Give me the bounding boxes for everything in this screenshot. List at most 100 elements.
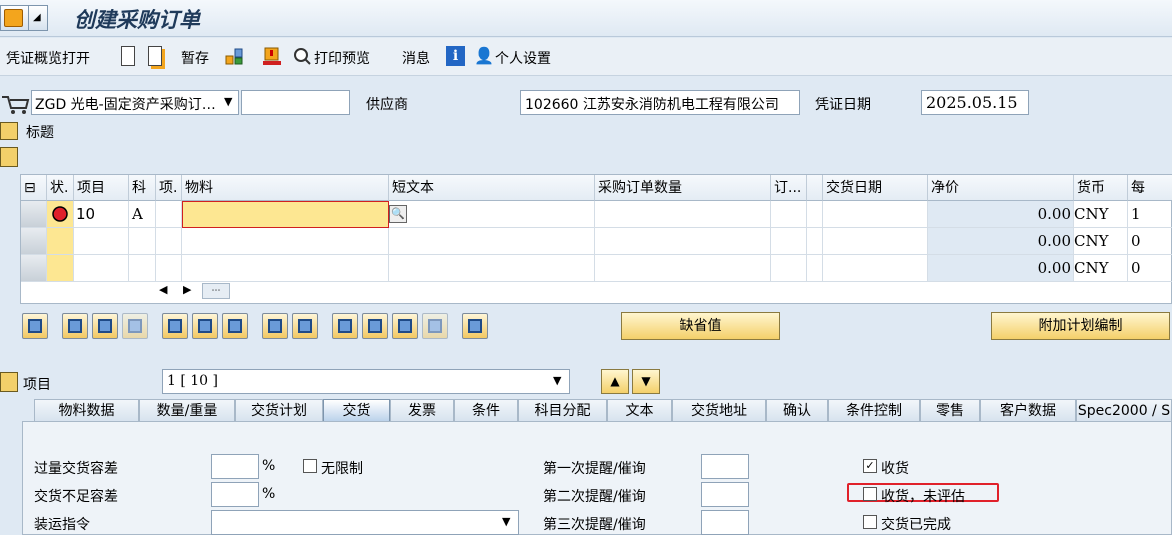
account-assignment-cell[interactable] [129, 228, 156, 255]
tab-confirmations[interactable]: 确认 [766, 399, 828, 422]
next-item-button[interactable]: ▼ [632, 369, 660, 394]
column-header[interactable]: 采购订单数量 [595, 175, 771, 201]
hold-button[interactable]: 暂存 [181, 48, 209, 68]
material-cell[interactable] [182, 228, 389, 255]
additional-planning-button[interactable]: 附加计划编制 [991, 312, 1170, 340]
tab-customer-data[interactable]: 客户数据 [980, 399, 1076, 422]
document-overview-button[interactable]: 凭证概览打开 [6, 48, 90, 68]
tab-account-assignment[interactable]: 科目分配 [518, 399, 607, 422]
column-header[interactable]: 项. [156, 175, 182, 201]
collapse-item-detail-icon[interactable] [0, 372, 18, 392]
system-menu-button[interactable]: ◢ [0, 5, 48, 31]
default-values-button[interactable]: 缺省值 [621, 312, 780, 340]
item-cell[interactable] [74, 228, 129, 255]
quantity-cell[interactable] [595, 255, 771, 282]
column-header[interactable]: 短文本 [389, 175, 595, 201]
overdelivery-input[interactable] [211, 454, 259, 479]
short-text-cell[interactable] [389, 201, 595, 228]
deselect-all-button[interactable] [292, 313, 318, 339]
delete-item-button[interactable] [162, 313, 188, 339]
column-header[interactable]: 净价 [928, 175, 1074, 201]
column-header[interactable]: 交货日期 [823, 175, 928, 201]
tab-delivery[interactable]: 交货 [323, 399, 390, 422]
unit-cell[interactable] [771, 255, 807, 282]
tab-spec2000[interactable]: Spec2000 / S [1076, 399, 1172, 422]
item-category-cell[interactable] [156, 228, 182, 255]
column-header[interactable]: 状. [47, 175, 74, 201]
shipping-instruction-dropdown[interactable]: ▼ [211, 510, 519, 535]
currency-cell[interactable]: CNY [1074, 228, 1128, 255]
column-header[interactable]: 每 [1128, 175, 1172, 201]
configure-button[interactable] [462, 313, 488, 339]
column-header[interactable] [807, 175, 823, 201]
gr-non-valuated-checkbox[interactable] [863, 487, 877, 501]
goods-receipt-checkbox[interactable]: ✓ [863, 459, 877, 473]
status-cell[interactable] [47, 255, 74, 282]
row-selector[interactable] [21, 255, 47, 282]
delivery-date-cell[interactable] [823, 228, 928, 255]
delete-filter-button[interactable] [422, 313, 448, 339]
scroll-right-icon[interactable]: ▶ [183, 283, 191, 296]
block-item-button[interactable] [192, 313, 218, 339]
unlimited-checkbox[interactable] [303, 459, 317, 473]
status-cell[interactable] [47, 228, 74, 255]
messages-icon[interactable] [262, 46, 282, 66]
folder-icon[interactable] [0, 122, 18, 140]
expand-section-icon[interactable] [0, 147, 18, 167]
table-settings-icon[interactable]: ⊟ [21, 175, 47, 201]
price-unit-cell[interactable]: 1 [1128, 201, 1172, 228]
price-unit-cell[interactable]: 0 [1128, 228, 1172, 255]
tab-delivery-schedule[interactable]: 交货计划 [235, 399, 323, 422]
short-text-cell[interactable] [389, 255, 595, 282]
item-details-button[interactable] [22, 313, 48, 339]
order-type-select[interactable]: ZGD 光电-固定资产采购订… ▼ [31, 90, 239, 115]
delivery-date-cell[interactable] [823, 255, 928, 282]
tab-quantity-weight[interactable]: 数量/重量 [139, 399, 235, 422]
filter-button[interactable] [392, 313, 418, 339]
short-text-cell[interactable] [389, 228, 595, 255]
personal-settings-button[interactable]: 个人设置 [495, 48, 551, 68]
row-selector[interactable] [21, 201, 47, 228]
date-type-cell[interactable] [807, 228, 823, 255]
tab-texts[interactable]: 文本 [607, 399, 672, 422]
item-category-cell[interactable] [156, 201, 182, 228]
info-icon[interactable]: i [446, 46, 465, 66]
item-cell[interactable]: 10 [74, 201, 129, 228]
po-number-input[interactable] [241, 90, 350, 115]
unit-cell[interactable] [771, 228, 807, 255]
tab-condition-control[interactable]: 条件控制 [828, 399, 920, 422]
material-cell[interactable] [182, 255, 389, 282]
third-reminder-input[interactable] [701, 510, 749, 535]
column-header[interactable]: 物料 [182, 175, 389, 201]
scroll-left-icon[interactable]: ◀ [159, 283, 167, 296]
item-selector-dropdown[interactable]: 1 [ 10 ] ▼ [162, 369, 570, 394]
material-input[interactable] [182, 201, 389, 228]
item-category-cell[interactable] [156, 255, 182, 282]
column-header[interactable]: 订... [771, 175, 807, 201]
underdelivery-input[interactable] [211, 482, 259, 507]
account-assignment-cell[interactable] [129, 255, 156, 282]
check-icon[interactable] [224, 46, 244, 66]
vendor-input[interactable]: 102660 江苏安永消防机电工程有限公司 [520, 90, 800, 115]
column-header[interactable]: 货币 [1074, 175, 1128, 201]
select-all-button[interactable] [262, 313, 288, 339]
currency-cell[interactable]: CNY [1074, 201, 1128, 228]
sort-ascending-button[interactable] [332, 313, 358, 339]
column-header[interactable]: 科 [129, 175, 156, 201]
tab-conditions[interactable]: 条件 [454, 399, 518, 422]
new-document-icon[interactable] [121, 46, 135, 66]
item-cell[interactable] [74, 255, 129, 282]
unblock-item-button[interactable] [222, 313, 248, 339]
date-type-cell[interactable] [807, 201, 823, 228]
sort-descending-button[interactable] [362, 313, 388, 339]
tab-delivery-address[interactable]: 交货地址 [672, 399, 766, 422]
person-icon[interactable]: 👤 [474, 46, 494, 66]
currency-cell[interactable]: CNY [1074, 255, 1128, 282]
second-reminder-input[interactable] [701, 482, 749, 507]
tab-material-data[interactable]: 物料数据 [34, 399, 139, 422]
print-preview-button[interactable]: 打印预览 [314, 48, 370, 68]
quantity-cell[interactable] [595, 201, 771, 228]
messages-button[interactable]: 消息 [402, 48, 430, 68]
cart-icon[interactable] [0, 92, 30, 116]
quantity-cell[interactable] [595, 228, 771, 255]
